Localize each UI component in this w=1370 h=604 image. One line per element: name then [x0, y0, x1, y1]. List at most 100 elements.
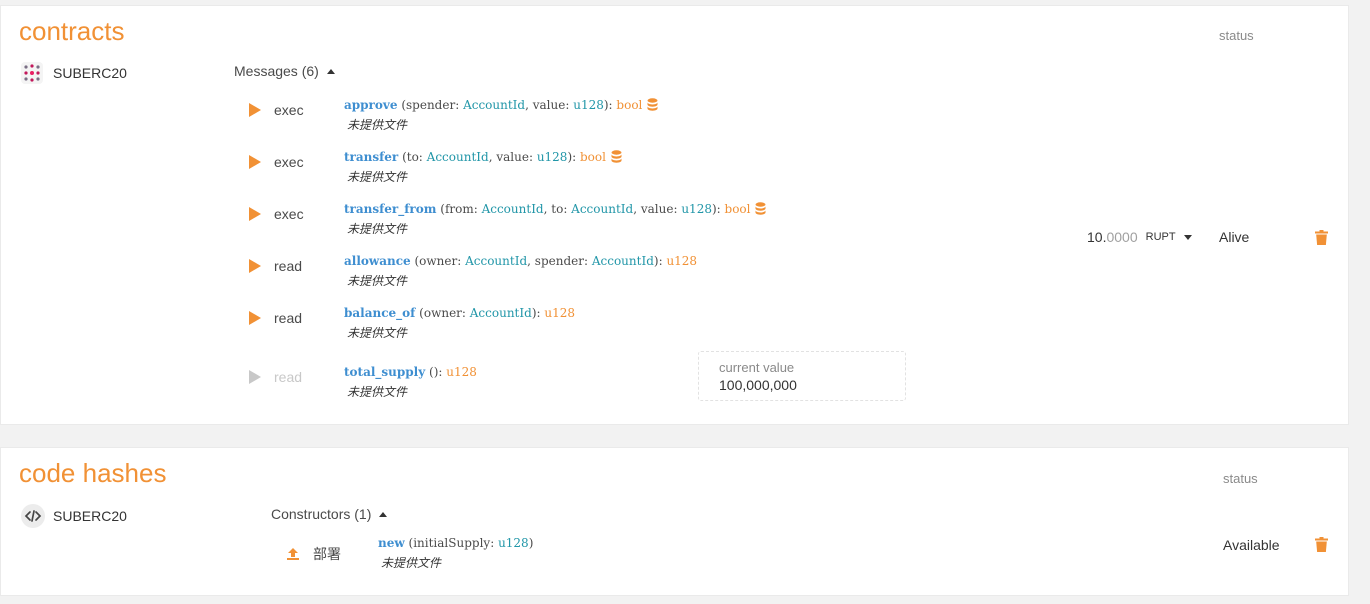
fn-name: balance_of	[344, 306, 416, 320]
play-icon	[249, 370, 261, 384]
param-type: u128	[681, 202, 712, 216]
message-signature: total_supply (): u128	[344, 365, 477, 379]
message-signature: transfer_from (from: AccountId, to: Acco…	[344, 202, 766, 216]
database-icon	[755, 202, 766, 215]
param-type: AccountId	[591, 254, 654, 268]
code-name: SUBERC20	[53, 508, 127, 524]
param-name: to	[551, 202, 564, 216]
play-icon	[249, 155, 261, 169]
play-icon	[249, 207, 261, 221]
param-name: spender	[406, 98, 456, 112]
code-hashes-status-header: status	[1223, 471, 1258, 486]
fn-name: new	[378, 536, 405, 550]
messages-toggle-label: Messages (6)	[234, 63, 319, 79]
contract-identicon-icon	[21, 62, 43, 84]
action-label: exec	[274, 154, 304, 170]
param-type: AccountId	[481, 202, 544, 216]
code-hashes-title: code hashes	[19, 458, 167, 488]
read-total-supply-button[interactable]: read	[249, 369, 302, 385]
param-type: AccountId	[469, 306, 532, 320]
upload-icon	[287, 548, 299, 560]
fn-name: allowance	[344, 254, 411, 268]
return-type: u128	[666, 254, 698, 268]
constructors-toggle[interactable]: Constructors (1)	[271, 506, 388, 522]
constructors-toggle-label: Constructors (1)	[271, 506, 372, 522]
database-icon	[647, 98, 658, 111]
return-type: bool	[724, 202, 751, 216]
param-type: AccountId	[426, 150, 489, 164]
deploy-label: 部署	[313, 546, 341, 562]
constructor-signature: new (initialSupply: u128)	[378, 536, 534, 550]
exec-transfer-button[interactable]: exec	[249, 154, 304, 170]
read-balance-of-button[interactable]: read	[249, 310, 302, 326]
param-name: to	[406, 150, 419, 164]
action-label: read	[274, 369, 303, 385]
code-status: Available	[1223, 537, 1280, 553]
message-signature: balance_of (owner: AccountId): u128	[344, 306, 575, 320]
param-name: initialSupply	[413, 536, 491, 550]
param-type: AccountId	[571, 202, 634, 216]
param-type: AccountId	[465, 254, 528, 268]
action-label: read	[274, 310, 303, 326]
param-type: AccountId	[463, 98, 526, 112]
play-icon	[249, 103, 261, 117]
message-doc: 未提供文件	[347, 170, 408, 184]
fn-name: approve	[344, 98, 398, 112]
read-allowance-button[interactable]: read	[249, 258, 302, 274]
current-value: 100,000,000	[719, 377, 797, 393]
param-name: from	[444, 202, 474, 216]
action-label: exec	[274, 102, 304, 118]
param-type: u128	[536, 150, 568, 164]
message-doc: 未提供文件	[347, 118, 408, 132]
balance-integer: 10.	[1087, 229, 1107, 245]
return-type: bool	[580, 150, 606, 164]
deploy-button[interactable]: 部署	[286, 544, 341, 564]
play-icon	[249, 259, 261, 273]
caret-up-icon	[326, 68, 335, 74]
return-type: u128	[544, 306, 575, 320]
current-value-label: current value	[719, 360, 795, 375]
message-doc: 未提供文件	[347, 274, 408, 288]
fn-name: total_supply	[344, 365, 426, 379]
fn-name: transfer_from	[344, 202, 437, 216]
message-signature: approve (spender: AccountId, value: u128…	[344, 98, 658, 112]
message-doc: 未提供文件	[347, 326, 408, 340]
messages-toggle[interactable]: Messages (6)	[234, 63, 335, 79]
contract-status: Alive	[1219, 229, 1250, 245]
balance-decimals: 0000	[1106, 229, 1138, 245]
database-icon	[611, 150, 622, 163]
trash-icon[interactable]	[1315, 230, 1328, 245]
action-label: exec	[274, 206, 304, 222]
param-name: value	[640, 202, 674, 216]
contracts-card: contracts status SUBERC20 Messages (6) e…	[0, 5, 1349, 425]
current-value-box: current value 100,000,000	[698, 351, 906, 401]
param-type: u128	[498, 536, 529, 550]
constructor-doc: 未提供文件	[381, 556, 442, 570]
action-label: read	[274, 258, 303, 274]
play-icon	[249, 311, 261, 325]
code-icon	[21, 504, 45, 528]
message-signature: transfer (to: AccountId, value: u128): b…	[344, 150, 622, 164]
exec-transfer-from-button[interactable]: exec	[249, 206, 304, 222]
param-type: u128	[573, 98, 604, 112]
message-doc: 未提供文件	[347, 385, 408, 399]
param-name: value	[532, 98, 566, 112]
contract-name: SUBERC20	[53, 65, 127, 81]
contract-row[interactable]: SUBERC20	[21, 62, 127, 84]
param-name: owner	[419, 254, 458, 268]
code-row[interactable]: SUBERC20	[21, 504, 127, 528]
contracts-title: contracts	[19, 16, 125, 46]
code-hashes-card: code hashes status SUBERC20 Constructors…	[0, 447, 1349, 596]
caret-down-icon	[1183, 234, 1192, 240]
param-name: spender	[534, 254, 584, 268]
return-type: bool	[616, 98, 643, 112]
balance-unit: RUPT	[1145, 231, 1176, 243]
message-doc: 未提供文件	[347, 222, 408, 236]
balance-display[interactable]: 10.0000 RUPT	[1087, 229, 1192, 245]
param-name: value	[496, 150, 529, 164]
exec-approve-button[interactable]: exec	[249, 102, 304, 118]
param-name: owner	[423, 306, 462, 320]
fn-name: transfer	[344, 150, 399, 164]
trash-icon[interactable]	[1315, 537, 1328, 552]
contracts-status-header: status	[1219, 28, 1254, 43]
